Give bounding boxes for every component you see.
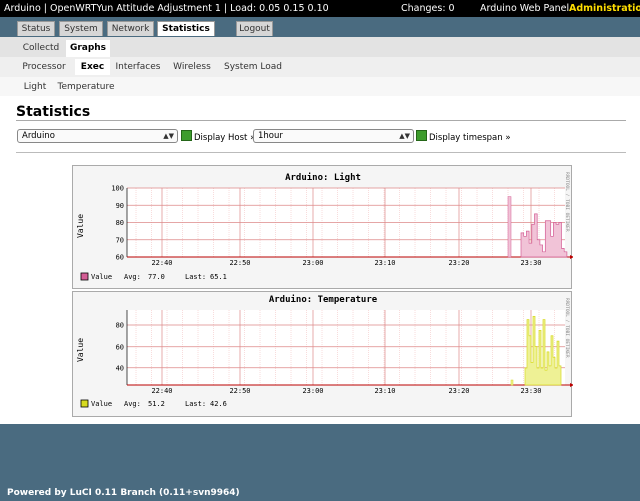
x-tick-label: 22:50	[229, 259, 250, 267]
tab-statistics[interactable]: Statistics	[157, 21, 215, 36]
light-graph-ylabel: Value	[76, 214, 85, 238]
apply-icon	[181, 130, 192, 141]
y-tick-label: 80	[116, 219, 124, 227]
web-panel-link[interactable]: Arduino Web Panel	[480, 0, 569, 17]
display-timespan-button[interactable]: Display timespan »	[416, 130, 511, 143]
plot-background	[127, 310, 565, 385]
temperature-avg-value: 51.2	[148, 400, 165, 408]
changes-counter[interactable]: Changes: 0	[401, 0, 455, 17]
y-tick-label: 60	[116, 343, 124, 351]
statistics-submenu: Collectd Graphs	[0, 37, 640, 57]
display-host-label: Display Host »	[194, 133, 256, 143]
x-tick-label: 23:10	[374, 259, 395, 267]
footer: Powered by LuCI 0.11 Branch (0.11+svn996…	[0, 424, 640, 501]
temperature-graph-grid	[126, 310, 574, 387]
temperature-legend-swatch	[80, 399, 89, 408]
tab-graphs[interactable]: Graphs	[66, 40, 110, 57]
temperature-last-label: Last:	[185, 400, 206, 408]
light-avg-value: 77.0	[148, 273, 165, 281]
light-avg-label: Avg:	[124, 273, 141, 281]
x-tick-label: 23:00	[302, 259, 323, 267]
page-title: Statistics	[16, 104, 91, 120]
y-tick-label: 100	[111, 185, 124, 193]
administration-link[interactable]: Administration	[569, 0, 640, 17]
temperature-avg-label: Avg:	[124, 400, 141, 408]
tab-network[interactable]: Network	[107, 21, 154, 36]
content-area: Statistics Arduino ▲▼ Display Host » 1ho…	[0, 96, 640, 424]
temperature-graph-svg: Arduino: Temperature Value RRDTOOL / TOB…	[76, 294, 574, 408]
y-tick-label: 70	[116, 236, 124, 244]
tab-status[interactable]: Status	[17, 21, 55, 36]
footer-credit: Powered by LuCI 0.11 Branch (0.11+svn996…	[7, 488, 240, 498]
light-last-value: 65.1	[210, 273, 227, 281]
light-data-bar	[507, 196, 512, 258]
top-status-bar: Arduino | OpenWRTYun Attitude Adjustment…	[0, 0, 640, 17]
x-tick-label: 22:40	[151, 259, 172, 267]
temperature-graph: Arduino: Temperature Value RRDTOOL / TOB…	[72, 291, 574, 417]
tab-interfaces[interactable]: Interfaces	[113, 59, 163, 75]
tab-processor[interactable]: Processor	[19, 59, 69, 75]
host-select-value: Arduino	[22, 131, 55, 141]
separator	[16, 152, 626, 153]
temperature-graph-title: Arduino: Temperature	[269, 294, 378, 305]
light-graph-x-ticks: 22:40 22:50 23:00 23:10 23:20 23:30	[151, 259, 541, 267]
title-underline	[16, 120, 626, 121]
tab-system-load[interactable]: System Load	[222, 59, 284, 75]
tab-logout[interactable]: Logout	[236, 21, 273, 36]
temperature-legend-label: Value	[91, 400, 112, 408]
light-last-label: Last:	[185, 273, 206, 281]
x-axis-arrow	[570, 255, 574, 259]
x-tick-label: 23:30	[520, 387, 541, 395]
x-tick-label: 22:50	[229, 387, 250, 395]
light-legend-label: Value	[91, 273, 112, 281]
tab-exec[interactable]: Exec	[75, 59, 110, 75]
instance-submenu: Light Temperature	[0, 77, 640, 96]
temperature-last-value: 42.6	[210, 400, 227, 408]
temperature-data-bar	[510, 379, 514, 386]
select-arrows-icon: ▲▼	[399, 132, 410, 140]
x-tick-label: 23:20	[448, 259, 469, 267]
x-tick-label: 22:40	[151, 387, 172, 395]
light-graph-title: Arduino: Light	[285, 172, 361, 183]
plugin-submenu: Processor Exec Interfaces Wireless Syste…	[0, 57, 640, 77]
tab-system[interactable]: System	[59, 21, 103, 36]
y-tick-label: 40	[116, 364, 124, 372]
tab-temperature[interactable]: Temperature	[56, 79, 116, 95]
timespan-select-value: 1hour	[258, 131, 283, 141]
x-tick-label: 23:00	[302, 387, 323, 395]
temperature-graph-y-ticks: 80 60 40	[116, 322, 124, 373]
temperature-graph-x-ticks: 22:40 22:50 23:00 23:10 23:20 23:30	[151, 387, 541, 395]
light-graph-grid	[126, 187, 574, 259]
y-tick-label: 60	[116, 254, 124, 262]
light-legend-swatch	[80, 272, 89, 281]
display-timespan-label: Display timespan »	[429, 133, 511, 143]
y-tick-label: 80	[116, 322, 124, 330]
tab-wireless[interactable]: Wireless	[170, 59, 214, 75]
x-axis-arrow	[570, 383, 574, 387]
x-tick-label: 23:20	[448, 387, 469, 395]
x-tick-label: 23:30	[520, 259, 541, 267]
light-graph: Arduino: Light Value RRDTOOL / TOBI OETI…	[72, 165, 574, 289]
host-select[interactable]: Arduino ▲▼	[17, 129, 178, 143]
temperature-graph-ylabel: Value	[76, 338, 85, 362]
timespan-select[interactable]: 1hour ▲▼	[253, 129, 414, 143]
apply-icon	[416, 130, 427, 141]
tab-light[interactable]: Light	[18, 79, 52, 95]
y-tick-label: 90	[116, 202, 124, 210]
tab-collectd[interactable]: Collectd	[18, 40, 64, 57]
x-tick-label: 23:10	[374, 387, 395, 395]
header-title: Arduino | OpenWRTYun Attitude Adjustment…	[4, 3, 329, 14]
main-menu: Status System Network Statistics Logout	[0, 17, 640, 37]
light-graph-y-ticks: 100 90 80 70 60	[111, 185, 124, 262]
light-graph-svg: Arduino: Light Value RRDTOOL / TOBI OETI…	[76, 172, 574, 281]
select-arrows-icon: ▲▼	[163, 132, 174, 140]
display-host-button[interactable]: Display Host »	[181, 130, 255, 143]
